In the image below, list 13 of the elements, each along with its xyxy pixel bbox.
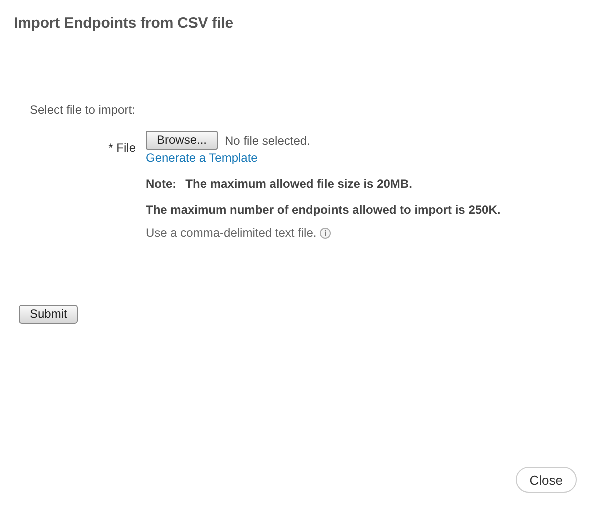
browse-button[interactable]: Browse... [146, 131, 218, 150]
close-button[interactable]: Close [516, 467, 577, 493]
submit-button[interactable]: Submit [19, 305, 78, 324]
field-label: * File [108, 141, 136, 155]
file-status: No file selected. [225, 134, 310, 148]
limit-text: The maximum number of endpoints allowed to import is 250K. [146, 203, 501, 217]
hint-text: Use a comma-delimited text file. [146, 226, 317, 240]
note-text: The maximum allowed file size is 20MB. [186, 177, 412, 191]
generate-template-link[interactable]: Generate a Template [146, 151, 501, 165]
note-label: Note: [146, 177, 177, 191]
section-label: Select file to import: [30, 103, 136, 117]
info-icon[interactable] [320, 228, 331, 238]
dialog-title: Import Endpoints from CSV file [14, 15, 235, 32]
